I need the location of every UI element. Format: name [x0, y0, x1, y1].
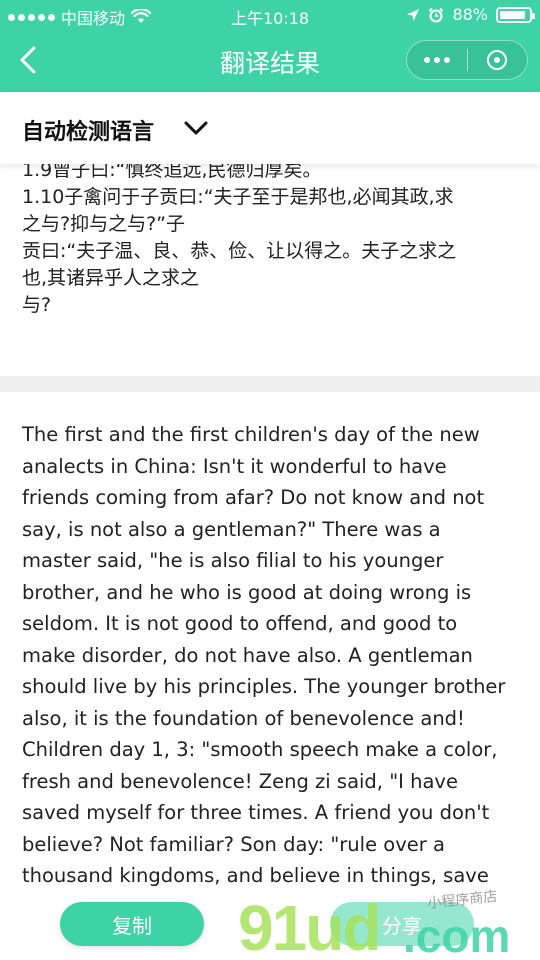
alarm-icon — [429, 7, 444, 22]
share-button[interactable]: 分享 — [330, 902, 474, 946]
translation-line: friends coming from afar? Do not know an… — [22, 486, 485, 509]
battery-percent: 88% — [452, 5, 488, 24]
section-divider — [0, 376, 540, 392]
translation-line: brother, and he who is good at doing wro… — [22, 580, 472, 604]
translation-text: The first and the first children's day o… — [22, 419, 522, 892]
source-line: 1.10子禽问于子贡曰:“夫子至于是邦也,必闻其政,求 — [22, 186, 454, 208]
translation-line: thousand kingdoms, and believe in things… — [22, 864, 489, 887]
status-bar: 中国移动 上午10:18 88% — [0, 0, 540, 30]
source-text-panel: 1.9曾子曰:“慎终追远,民德归厚矣。 1.10子禽问于子贡曰:“夫子至于是邦也… — [0, 164, 540, 376]
translation-line: The first and the first children's day o… — [22, 423, 480, 446]
translation-line: say, is not also a gentleman?" There was… — [22, 517, 441, 541]
translation-line: also, it is the foundation of benevolenc… — [22, 706, 465, 730]
battery-icon — [496, 6, 535, 23]
translation-line: saved myself for three times. A friend y… — [22, 801, 490, 824]
translation-line: seldom. It is not good to offend, and go… — [22, 612, 458, 635]
chevron-down-icon — [184, 121, 208, 135]
translation-line: analects in China: Isn't it wonderful to… — [22, 454, 447, 478]
source-line: 也,其诸异乎人之求之 — [22, 267, 200, 289]
more-dots-icon — [423, 57, 430, 63]
translation-line: believe? Not familiar? Son day: "rule ov… — [22, 832, 445, 856]
language-label: 自动检测语言 — [22, 120, 155, 145]
source-line: 与? — [22, 294, 52, 316]
source-line: 之与?抑与之与?”子 — [22, 213, 186, 235]
source-line: 1.9曾子曰:“慎终追远,民德归厚矣。 — [22, 164, 322, 181]
translation-line: fresh and benevolence! Zeng zi said, "I … — [22, 769, 458, 793]
location-icon — [407, 8, 420, 21]
mini-program-capsule — [406, 40, 528, 80]
status-right: 88% — [406, 5, 535, 24]
translation-panel: The first and the first children's day o… — [0, 392, 540, 960]
copy-button[interactable]: 复制 — [60, 902, 204, 946]
nav-bar: 翻译结果 — [0, 30, 540, 92]
battery-fill — [500, 10, 525, 19]
source-line: 贡曰:“夫子温、良、恭、俭、让以得之。夫子之求之 — [22, 240, 457, 262]
translation-line: Children day 1, 3: "smooth speech make a… — [22, 738, 498, 761]
translation-line: make disorder, do not have also. A gentl… — [22, 643, 473, 667]
translation-line: should live by his principles. The young… — [22, 675, 506, 698]
more-button[interactable] — [407, 41, 467, 79]
source-text: 1.9曾子曰:“慎终追远,民德归厚矣。 1.10子禽问于子贡曰:“夫子至于是邦也… — [22, 164, 522, 319]
close-circle-icon — [487, 50, 508, 70]
translation-line: master said, "he is also filial to his y… — [22, 549, 444, 572]
close-button[interactable] — [467, 41, 527, 79]
language-selector[interactable]: 自动检测语言 — [0, 92, 540, 164]
